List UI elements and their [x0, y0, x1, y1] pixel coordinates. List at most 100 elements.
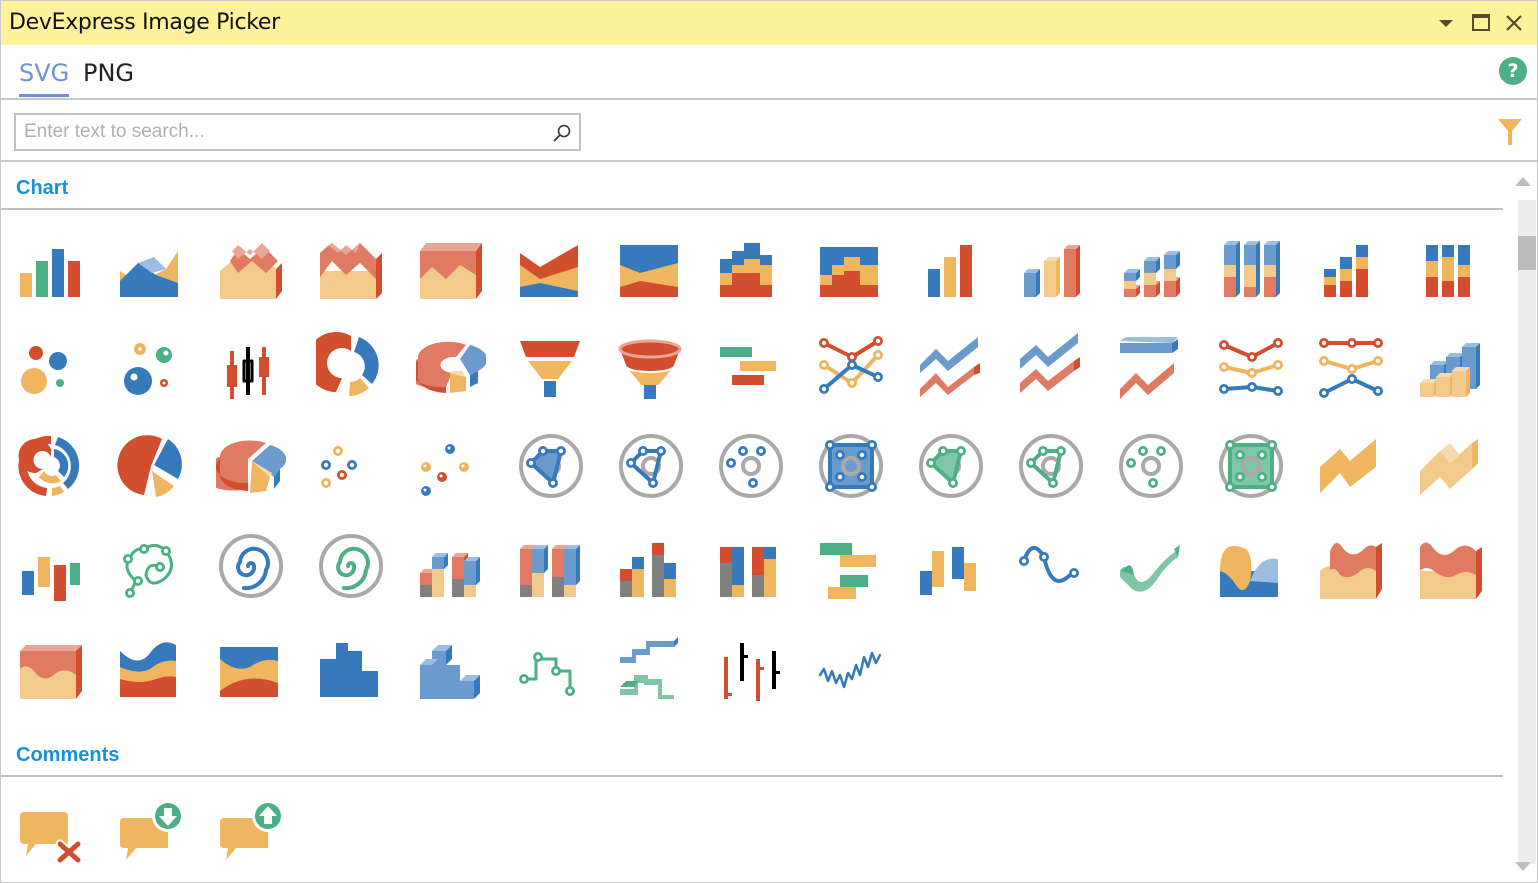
icon-tile[interactable]: [501, 411, 601, 511]
full-stacked-spline-area-icon: [220, 647, 278, 697]
line3d-icon: [920, 337, 980, 397]
scroll-thumb[interactable]: [1518, 236, 1536, 270]
radar-point-icon: [1119, 434, 1183, 498]
icon-tile[interactable]: [1201, 411, 1301, 511]
icon-tile[interactable]: [1, 311, 101, 411]
icon-tile[interactable]: [301, 411, 401, 511]
icon-tile[interactable]: [101, 411, 201, 511]
spline-icon: [1019, 546, 1079, 583]
tab-png[interactable]: PNG: [83, 59, 134, 94]
search-icon[interactable]: [551, 122, 573, 144]
comment-previous-icon: [220, 800, 284, 860]
icon-tile[interactable]: [701, 211, 801, 311]
area3d-stacked-icon: [220, 243, 282, 299]
icon-tile[interactable]: [801, 511, 901, 611]
icon-tile[interactable]: [1, 611, 101, 711]
icon-tile[interactable]: [401, 211, 501, 311]
search-input[interactable]: [16, 115, 541, 149]
icon-tile[interactable]: [301, 611, 401, 711]
polar-area-icon: [519, 434, 583, 498]
icon-tile[interactable]: [801, 211, 901, 311]
tab-svg[interactable]: SVG: [19, 59, 70, 97]
scroll-track[interactable]: [1518, 200, 1536, 864]
icon-tile[interactable]: [801, 411, 901, 511]
icon-tile[interactable]: [1101, 411, 1201, 511]
icon-tile[interactable]: [601, 611, 701, 711]
icon-tile[interactable]: [1401, 411, 1501, 511]
icon-tile[interactable]: [201, 311, 301, 411]
scroll-down-icon[interactable]: [1514, 860, 1532, 874]
icon-tile[interactable]: [801, 611, 901, 711]
icon-tile[interactable]: [1, 511, 101, 611]
icon-tile[interactable]: [701, 311, 801, 411]
icon-tile[interactable]: [1301, 311, 1401, 411]
icon-tile[interactable]: [101, 211, 201, 311]
icon-tile[interactable]: [1301, 211, 1401, 311]
point-icon: [321, 446, 357, 488]
icon-tile[interactable]: [901, 411, 1001, 511]
icon-tile[interactable]: [401, 511, 501, 611]
icon-tile[interactable]: [1001, 311, 1101, 411]
range-area-icon: [1320, 439, 1376, 493]
icon-tile[interactable]: [301, 511, 401, 611]
icon-tile[interactable]: [501, 211, 601, 311]
icon-tile[interactable]: [1201, 311, 1301, 411]
icon-tile[interactable]: [201, 211, 301, 311]
icon-tile[interactable]: [1001, 211, 1101, 311]
maximize-icon[interactable]: [1469, 11, 1493, 35]
icon-tile[interactable]: [401, 611, 501, 711]
icon-tile[interactable]: [401, 311, 501, 411]
dropdown-arrow-icon[interactable]: [1434, 11, 1458, 35]
icon-tile[interactable]: [1, 778, 101, 878]
icon-tile[interactable]: [501, 511, 601, 611]
icon-tile[interactable]: [201, 611, 301, 711]
vertical-scrollbar[interactable]: [1508, 164, 1537, 882]
icon-tile[interactable]: [301, 211, 401, 311]
icon-tile[interactable]: [501, 311, 601, 411]
icon-tile[interactable]: [1401, 311, 1501, 411]
scroll-up-icon[interactable]: [1514, 174, 1532, 188]
icon-tile[interactable]: [201, 511, 301, 611]
icon-tile[interactable]: [601, 311, 701, 411]
icon-tile[interactable]: [901, 311, 1001, 411]
filter-icon[interactable]: [1497, 117, 1523, 147]
icon-tile[interactable]: [101, 611, 201, 711]
icon-tile[interactable]: [301, 311, 401, 411]
icon-tile[interactable]: [601, 411, 701, 511]
icon-tile[interactable]: [1, 211, 101, 311]
icon-tile[interactable]: [401, 411, 501, 511]
side-by-side-full-stacked-bar3d-icon: [520, 545, 580, 597]
icon-tile[interactable]: [701, 511, 801, 611]
icon-tile[interactable]: [101, 778, 201, 878]
icon-tile[interactable]: [701, 411, 801, 511]
doughnut-icon: [316, 332, 379, 396]
icon-tile[interactable]: [601, 511, 701, 611]
icon-tile[interactable]: [1201, 211, 1301, 311]
icon-tile[interactable]: [1, 411, 101, 511]
icon-tile[interactable]: [1001, 511, 1101, 611]
icon-tile[interactable]: [801, 311, 901, 411]
icon-tile[interactable]: [201, 778, 301, 878]
icon-tile[interactable]: [1301, 511, 1401, 611]
icon-tile[interactable]: [901, 211, 1001, 311]
icon-tile[interactable]: [501, 611, 601, 711]
icon-tile[interactable]: [1401, 211, 1501, 311]
icon-tile[interactable]: [1001, 411, 1101, 511]
icon-tile[interactable]: [701, 611, 801, 711]
close-icon[interactable]: [1502, 11, 1526, 35]
icon-tile[interactable]: [1101, 511, 1201, 611]
bar-full-stacked-icon: [1426, 245, 1470, 297]
icon-tile[interactable]: [1301, 411, 1401, 511]
icon-tile[interactable]: [601, 211, 701, 311]
help-icon[interactable]: ?: [1499, 57, 1527, 85]
icon-tile[interactable]: [1101, 211, 1201, 311]
icon-tile[interactable]: [1401, 511, 1501, 611]
scatter-polar-line-icon: [123, 544, 173, 598]
spiral-blue-icon: [219, 534, 283, 598]
icon-tile[interactable]: [201, 411, 301, 511]
icon-tile[interactable]: [1101, 311, 1201, 411]
icon-tile[interactable]: [101, 511, 201, 611]
icon-tile[interactable]: [901, 511, 1001, 611]
icon-tile[interactable]: [101, 311, 201, 411]
icon-tile[interactable]: [1201, 511, 1301, 611]
